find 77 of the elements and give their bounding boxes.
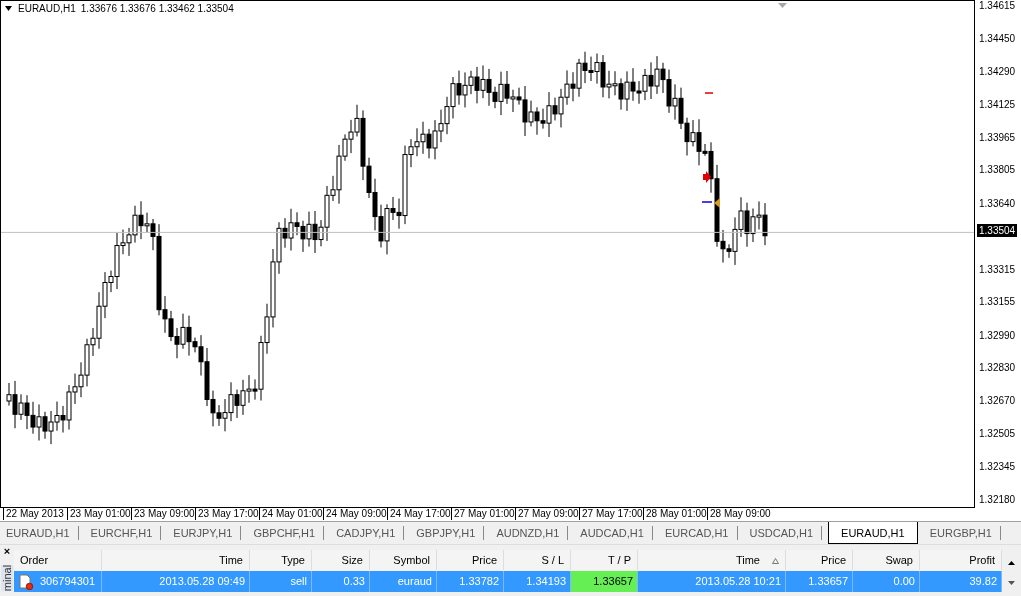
table-cell: sell xyxy=(250,571,312,592)
chart-tab[interactable]: EURCAD,H1 xyxy=(658,526,738,540)
time-label: 23 May 17:00 xyxy=(195,508,259,520)
order-level-mark xyxy=(701,201,713,203)
table-cell: 39.82 xyxy=(920,571,1002,592)
chart-symbol: EURAUD,H1 xyxy=(18,3,76,14)
table-cell: 1.33657 xyxy=(786,571,853,592)
triangle-icon xyxy=(714,198,720,208)
ohlc-values: 1.33676 1.33676 1.33462 1.33504 xyxy=(80,3,234,14)
table-cell: 0.00 xyxy=(853,571,920,592)
order-row[interactable]: 306794301 2013.05.28 09:49 sell 0.33 euraud 1.33782 1.34193 1.33657 2013.05.28 10:21 1.33657 0.00 39.82 xyxy=(14,571,1002,592)
panel-label: minal xyxy=(1,564,13,592)
chart-tab[interactable]: AUDNZD,H1 xyxy=(490,526,569,540)
time-label: 24 May 17:00 xyxy=(387,508,451,520)
table-cell: 2013.05.28 10:21 xyxy=(638,571,786,592)
chart-tab[interactable]: GBPJPY,H1 xyxy=(410,526,485,540)
shift-marker-icon xyxy=(778,3,787,8)
scroll-down-icon[interactable] xyxy=(1008,581,1015,585)
time-label: 27 May 17:00 xyxy=(579,508,643,520)
price-label: 1.34290 xyxy=(979,64,1016,78)
price-label: 1.33805 xyxy=(979,163,1016,177)
column-header[interactable]: Type xyxy=(250,550,312,570)
time-label: 24 May 01:00 xyxy=(259,508,323,520)
chart-tab[interactable]: EURAUD,H1 xyxy=(0,526,79,540)
column-header[interactable]: Swap xyxy=(853,550,920,570)
time-label: 28 May 01:00 xyxy=(643,508,707,520)
time-label: 24 May 09:00 xyxy=(323,508,387,520)
document-icon xyxy=(18,573,34,590)
time-label: 23 May 09:00 xyxy=(131,508,195,520)
price-label: 1.33155 xyxy=(979,295,1016,309)
column-header[interactable]: Price xyxy=(437,550,504,570)
chart-tab[interactable]: EURGBP,H1 xyxy=(923,526,1001,540)
time-label: 23 May 01:00 xyxy=(67,508,131,520)
time-label: 22 May 2013 xyxy=(3,508,64,520)
scroll-up-icon[interactable] xyxy=(1008,561,1015,565)
chart-tab[interactable]: GBPCHF,H1 xyxy=(247,526,325,540)
price-label: 1.32990 xyxy=(979,328,1016,342)
arrow-icon xyxy=(703,171,711,183)
chart-tab[interactable]: EURCHF,H1 xyxy=(84,526,162,540)
price-label: 1.32830 xyxy=(979,361,1016,375)
time-label: 28 May 09:00 xyxy=(707,508,771,520)
column-header[interactable]: Price xyxy=(786,550,853,570)
chart-tab[interactable]: EURJPY,H1 xyxy=(167,526,242,540)
price-label: 1.32505 xyxy=(979,427,1016,441)
dropdown-icon[interactable] xyxy=(5,6,12,11)
close-button[interactable]: × xyxy=(3,545,11,558)
column-header[interactable]: Order xyxy=(14,550,102,570)
price-label: 1.33315 xyxy=(979,262,1016,276)
price-label: 1.33640 xyxy=(979,196,1016,210)
price-label: 1.34450 xyxy=(979,32,1016,46)
column-header[interactable]: S / L xyxy=(504,550,571,570)
price-label: 1.32670 xyxy=(979,393,1016,407)
price-label: 1.34125 xyxy=(979,98,1016,112)
column-header[interactable]: Symbol xyxy=(370,550,437,570)
current-price-label: 1.33504 xyxy=(977,224,1018,238)
column-header[interactable]: Size xyxy=(312,550,370,570)
chart-tab[interactable]: CADJPY,H1 xyxy=(330,526,405,540)
column-header[interactable]: Time xyxy=(102,550,250,570)
column-header[interactable]: Profit xyxy=(920,550,1002,570)
table-cell: euraud xyxy=(370,571,437,592)
table-cell: 2013.05.28 09:49 xyxy=(102,571,250,592)
table-cell: 1.33782 xyxy=(437,571,504,592)
column-header[interactable]: T / P xyxy=(571,550,638,570)
chart-tab[interactable]: USDCAD,H1 xyxy=(743,526,823,540)
chart-tab[interactable]: AUDCAD,H1 xyxy=(574,526,653,540)
table-cell: 0.33 xyxy=(312,571,370,592)
price-label: 1.32345 xyxy=(979,459,1016,473)
price-label: 1.32180 xyxy=(979,493,1016,506)
price-label: 1.34615 xyxy=(979,0,1016,12)
table-cell-text: 306794301 xyxy=(40,574,96,589)
chart-tab[interactable]: EURAUD,H1 xyxy=(828,522,918,544)
table-cell: 1.33657 xyxy=(571,571,638,592)
time-label: 27 May 01:00 xyxy=(451,508,515,520)
time-label: 27 May 09:00 xyxy=(515,508,579,520)
price-label: 1.33965 xyxy=(979,130,1016,144)
order-level-mark xyxy=(704,92,714,94)
column-header[interactable]: Time xyxy=(638,550,786,570)
